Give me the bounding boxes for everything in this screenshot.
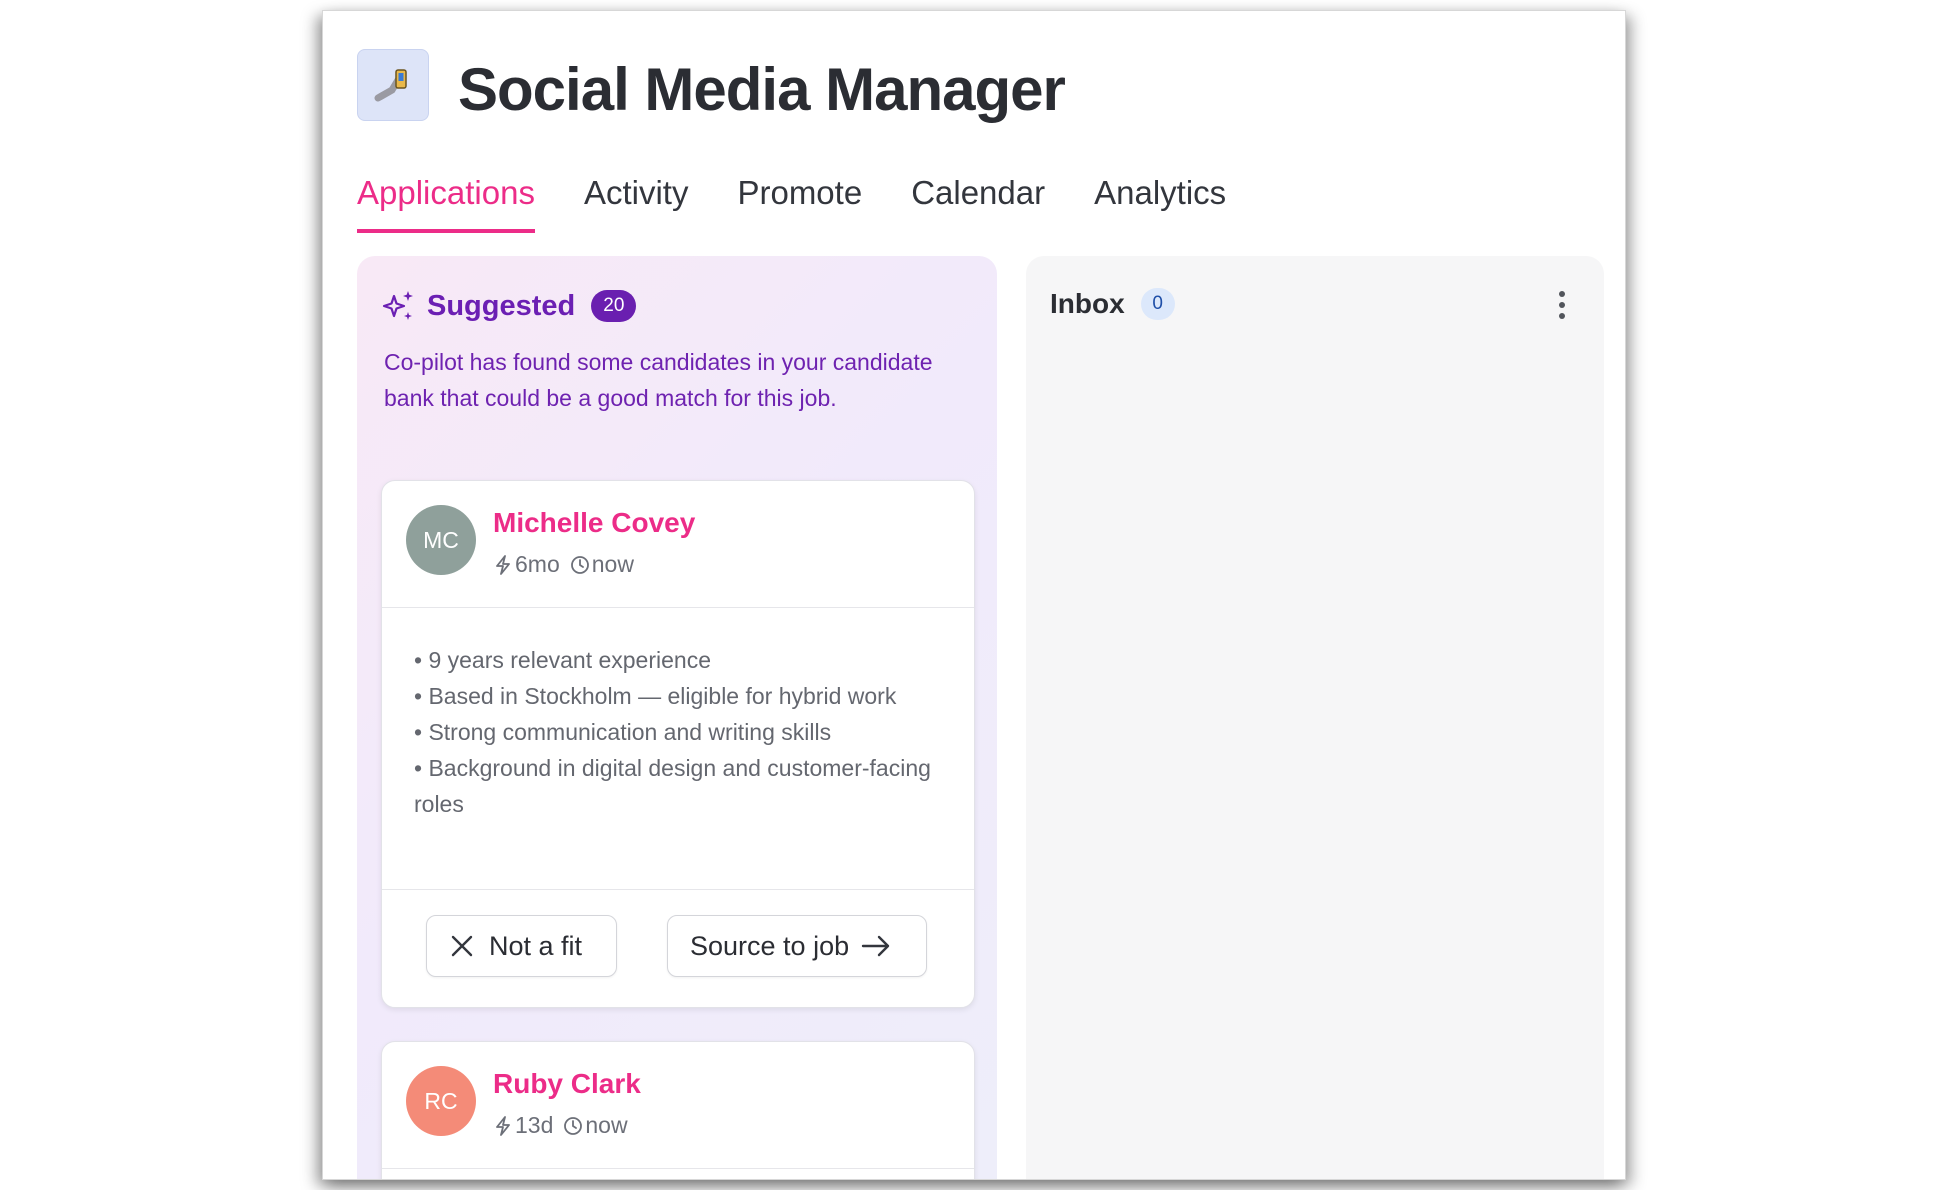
- not-a-fit-label: Not a fit: [489, 930, 583, 961]
- lightning-icon: [496, 554, 510, 575]
- arrow-right-icon: [861, 935, 890, 957]
- candidate-meta: 6mo now: [493, 551, 634, 578]
- candidate-card-header: RC Ruby Clark 13d now: [382, 1042, 974, 1169]
- more-options-icon[interactable]: [1556, 288, 1568, 324]
- inbox-title: Inbox: [1050, 288, 1125, 319]
- tab-bar: Applications Activity Promote Calendar A…: [357, 171, 1275, 237]
- suggested-header: Suggested 20: [381, 288, 637, 324]
- inbox-count-badge: 0: [1140, 288, 1175, 320]
- tab-applications[interactable]: Applications: [357, 171, 535, 233]
- candidate-meta: 13d now: [493, 1112, 628, 1139]
- close-icon: [451, 935, 473, 957]
- candidate-card-header: MC Michelle Covey 6mo now: [382, 481, 974, 608]
- candidate-activity: 13d: [515, 1112, 554, 1138]
- lightning-icon: [496, 1115, 510, 1136]
- tab-activity[interactable]: Activity: [584, 171, 689, 233]
- candidate-time: now: [585, 1112, 628, 1138]
- page-title: Social Media Manager: [458, 56, 1066, 123]
- avatar: RC: [406, 1066, 476, 1136]
- tab-promote[interactable]: Promote: [737, 171, 862, 233]
- sparkles-icon: [382, 291, 413, 320]
- candidate-actions: Not a fit Source to job: [382, 890, 974, 1008]
- highlight-item: • Based in Stockholm — eligible for hybr…: [414, 683, 897, 709]
- clock-icon: [564, 1116, 583, 1135]
- highlight-item: • 9 years relevant experience: [414, 647, 711, 673]
- clock-icon: [570, 555, 589, 574]
- candidate-activity: 6mo: [515, 551, 560, 577]
- suggested-title: Suggested: [427, 289, 576, 322]
- suggested-column: Suggested 20 Co-pilot has found some can…: [357, 256, 997, 1179]
- app-window: Social Media Manager Applications Activi…: [322, 10, 1626, 1180]
- candidate-name[interactable]: Michelle Covey: [493, 507, 695, 539]
- candidate-highlights: • 9 years relevant experience • Based in…: [382, 608, 974, 890]
- suggested-count-badge: 20: [591, 290, 637, 322]
- suggested-description: Co-pilot has found some candidates in yo…: [384, 349, 933, 411]
- highlight-item: • Background in digital design and custo…: [414, 755, 931, 817]
- phone-icon: [374, 69, 407, 102]
- inbox-header: Inbox 0: [1050, 288, 1175, 320]
- not-a-fit-button[interactable]: Not a fit: [426, 915, 617, 977]
- app-logo: [357, 49, 429, 121]
- inbox-column: Inbox 0: [1026, 256, 1604, 1179]
- candidate-card[interactable]: MC Michelle Covey 6mo now • 9 years rele…: [381, 480, 975, 1008]
- source-to-job-label: Source to job: [690, 930, 850, 961]
- candidate-name[interactable]: Ruby Clark: [493, 1068, 641, 1100]
- source-to-job-button[interactable]: Source to job: [667, 915, 927, 977]
- avatar: MC: [406, 505, 476, 575]
- highlight-item: • Strong communication and writing skill…: [414, 719, 832, 745]
- candidate-time: now: [591, 551, 634, 577]
- candidate-card[interactable]: RC Ruby Clark 13d now: [381, 1041, 975, 1179]
- tab-calendar[interactable]: Calendar: [911, 171, 1045, 233]
- tab-analytics[interactable]: Analytics: [1094, 171, 1226, 233]
